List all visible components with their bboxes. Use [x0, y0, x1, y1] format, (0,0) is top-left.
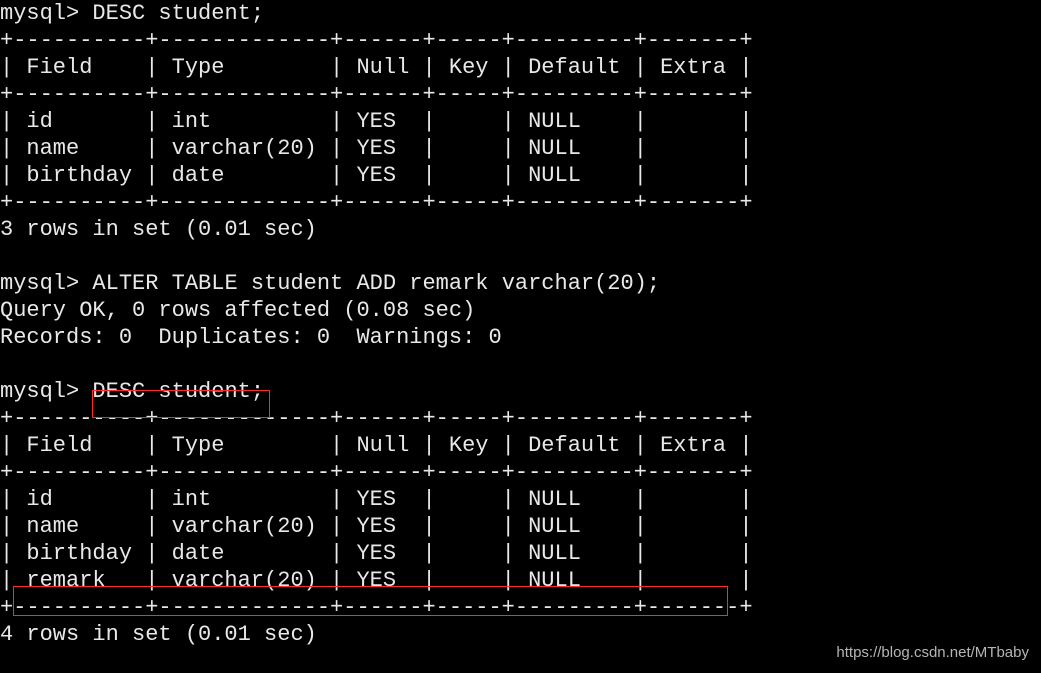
- prompt: mysql>: [0, 1, 79, 26]
- terminal-output: mysql> DESC student; +----------+-------…: [0, 0, 1041, 648]
- table-separator: +----------+-------------+------+-----+-…: [0, 28, 753, 53]
- table-row: | remark | varchar(20) | YES | | NULL | …: [0, 568, 753, 593]
- prompt: mysql>: [0, 271, 79, 296]
- watermark-text: https://blog.csdn.net/MTbaby: [836, 644, 1029, 661]
- command-desc-2: DESC student;: [92, 379, 264, 404]
- command-alter: ALTER TABLE student ADD remark varchar(2…: [92, 271, 660, 296]
- records-line: Records: 0 Duplicates: 0 Warnings: 0: [0, 325, 502, 350]
- command-desc-1: DESC student;: [92, 1, 264, 26]
- table-separator: +----------+-------------+------+-----+-…: [0, 190, 753, 215]
- table-header: | Field | Type | Null | Key | Default | …: [0, 55, 753, 80]
- table-row: | name | varchar(20) | YES | | NULL | |: [0, 514, 753, 539]
- table-separator: +----------+-------------+------+-----+-…: [0, 82, 753, 107]
- table-separator: +----------+-------------+------+-----+-…: [0, 460, 753, 485]
- table-separator: +----------+-------------+------+-----+-…: [0, 406, 753, 431]
- table-separator: +----------+-------------+------+-----+-…: [0, 595, 753, 620]
- prompt: mysql>: [0, 379, 79, 404]
- result-summary: 3 rows in set (0.01 sec): [0, 217, 317, 242]
- query-ok: Query OK, 0 rows affected (0.08 sec): [0, 298, 475, 323]
- table-row: | id | int | YES | | NULL | |: [0, 109, 753, 134]
- table-row: | name | varchar(20) | YES | | NULL | |: [0, 136, 753, 161]
- table-row: | birthday | date | YES | | NULL | |: [0, 541, 753, 566]
- result-summary: 4 rows in set (0.01 sec): [0, 622, 317, 647]
- table-row: | id | int | YES | | NULL | |: [0, 487, 753, 512]
- table-header: | Field | Type | Null | Key | Default | …: [0, 433, 753, 458]
- table-row: | birthday | date | YES | | NULL | |: [0, 163, 753, 188]
